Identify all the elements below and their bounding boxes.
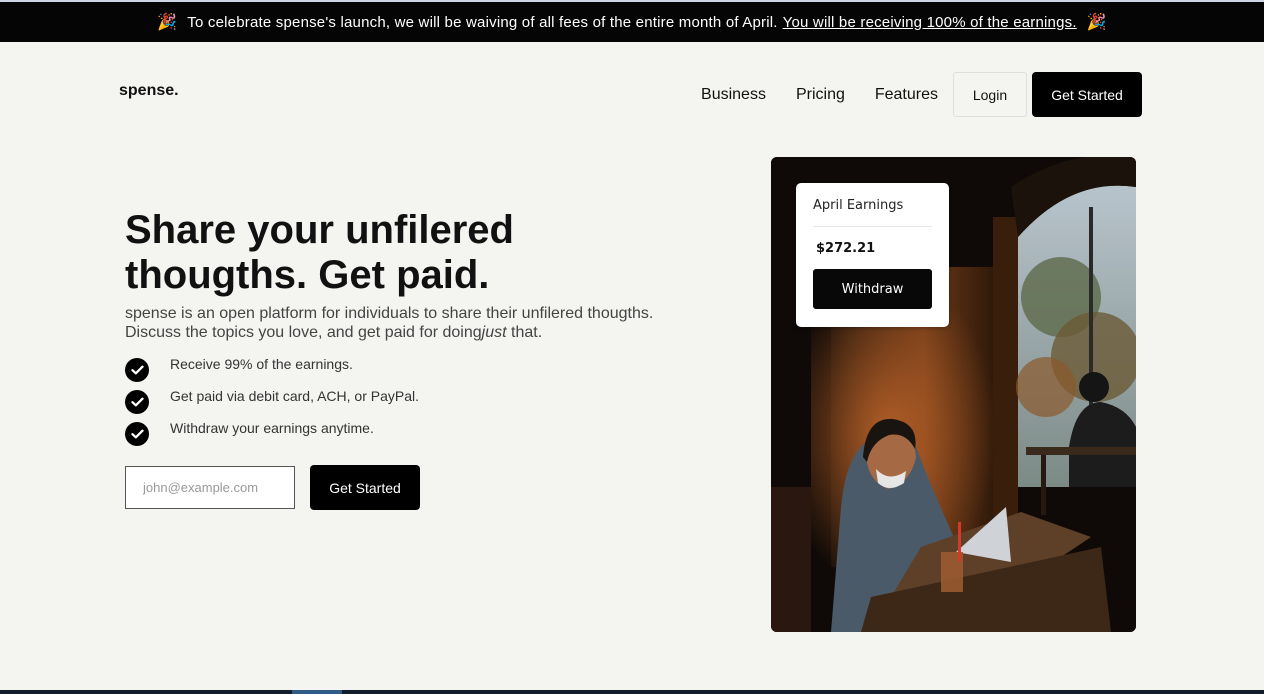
feature-list: Receive 99% of the earnings. Get paid vi…: [125, 355, 419, 451]
feature-text: Withdraw your earnings anytime.: [170, 420, 374, 436]
withdraw-button[interactable]: Withdraw: [813, 269, 932, 309]
feature-item: Receive 99% of the earnings.: [125, 355, 419, 387]
hero-title: Share your unfilered thougths. Get paid.: [125, 208, 514, 297]
bottom-edge: [0, 690, 1264, 694]
feature-text: Get paid via debit card, ACH, or PayPal.: [170, 388, 420, 404]
login-button[interactable]: Login: [953, 72, 1027, 117]
signup-form: Get Started: [125, 465, 420, 510]
hero-description-end: that.: [506, 324, 543, 341]
hero-get-started-button[interactable]: Get Started: [310, 465, 420, 510]
nav-pricing[interactable]: Pricing: [796, 86, 845, 104]
banner-text: To celebrate spense's launch, we will be…: [187, 13, 778, 31]
earnings-title: April Earnings: [813, 198, 904, 213]
hero-description-text: spense is an open platform for individua…: [125, 305, 654, 341]
earnings-card: April Earnings $272.21 Withdraw: [796, 183, 949, 327]
check-icon: [125, 422, 149, 446]
check-icon: [125, 390, 149, 414]
email-input[interactable]: [125, 466, 295, 509]
earnings-divider: [813, 226, 932, 227]
feature-item: Withdraw your earnings anytime.: [125, 419, 419, 451]
party-popper-icon: 🎉: [157, 14, 178, 31]
feature-item: Get paid via debit card, ACH, or PayPal.: [125, 387, 419, 419]
hero-description-emphasis: just: [481, 324, 507, 341]
header-get-started-button[interactable]: Get Started: [1032, 72, 1142, 117]
logo[interactable]: spense.: [119, 82, 179, 100]
main-nav: Business Pricing Features Login Get Star…: [701, 72, 1142, 117]
feature-text: Receive 99% of the earnings.: [170, 356, 353, 372]
check-icon: [125, 358, 149, 382]
nav-business[interactable]: Business: [701, 86, 766, 104]
hero-description: spense is an open platform for individua…: [125, 304, 685, 342]
announcement-banner: 🎉 To celebrate spense's launch, we will …: [0, 0, 1264, 42]
earnings-amount: $272.21: [816, 241, 876, 256]
party-popper-icon: 🎉: [1086, 14, 1107, 31]
banner-earnings-link[interactable]: You will be receiving 100% of the earnin…: [783, 14, 1077, 31]
bottom-edge-highlight: [292, 690, 342, 694]
nav-features[interactable]: Features: [875, 86, 938, 104]
